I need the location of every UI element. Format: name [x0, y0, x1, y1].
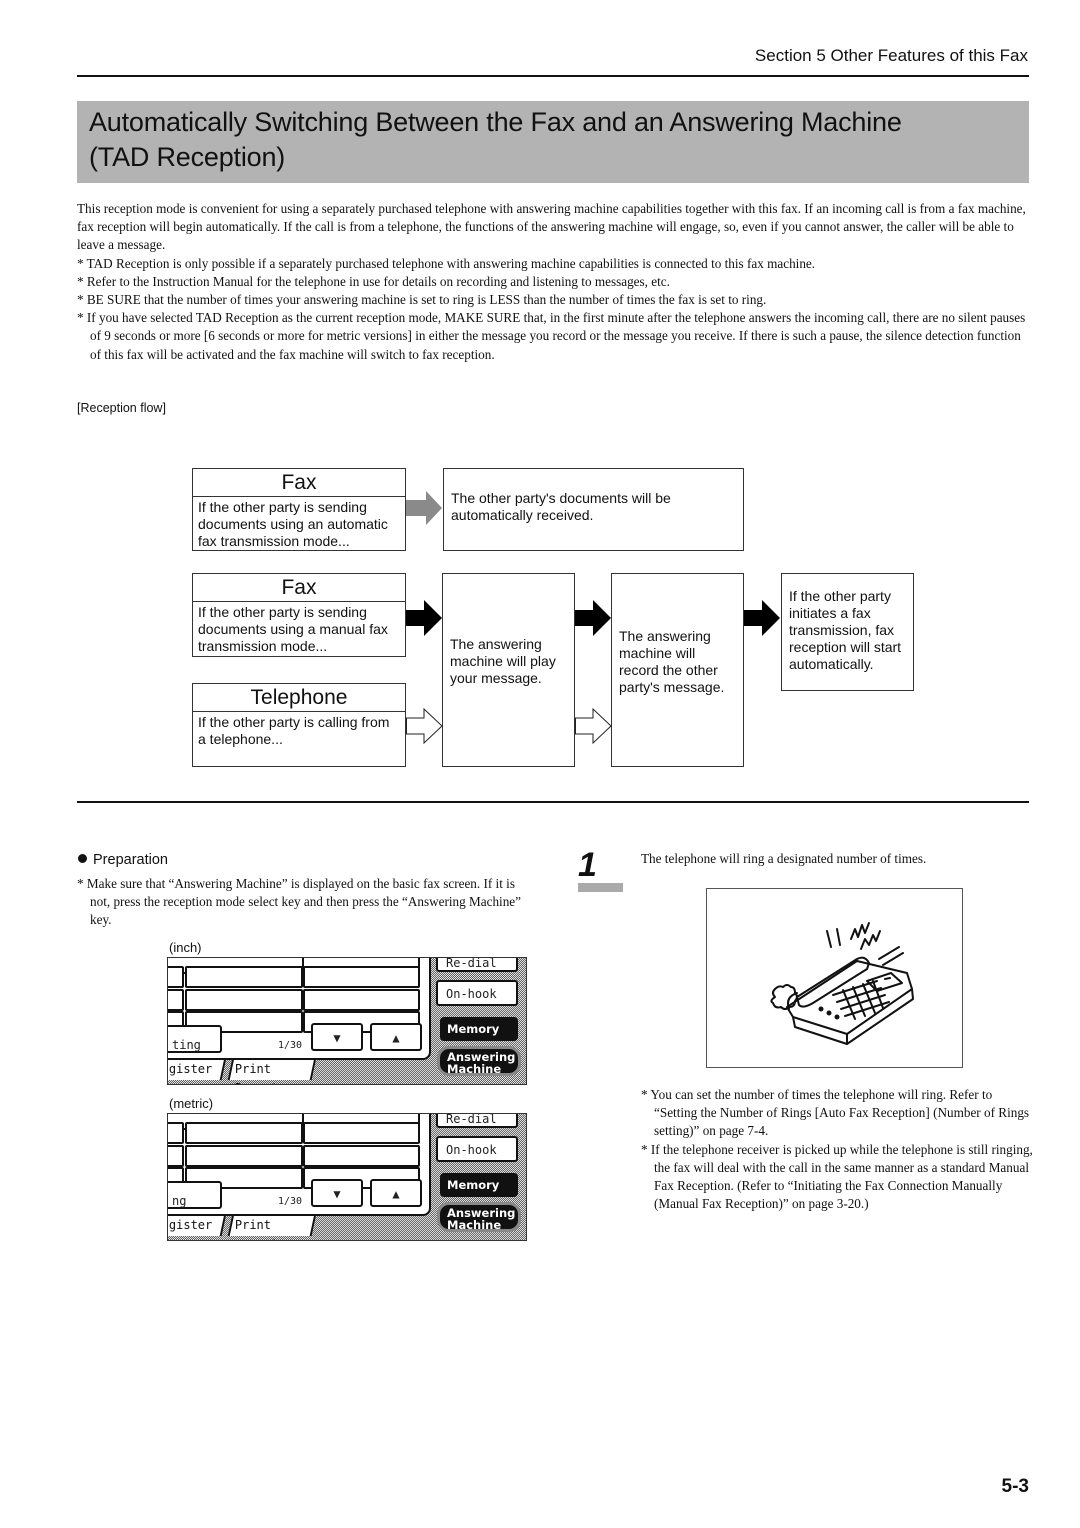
- fax-auto-header: Fax: [193, 469, 405, 497]
- telephone-box: Telephone If the other party is calling …: [192, 683, 406, 767]
- triangle-up-icon: ▲: [392, 1031, 400, 1045]
- gray-arrow-icon: [406, 491, 442, 525]
- panel-caption-metric: (metric): [169, 1096, 214, 1111]
- black-arrow-icon: [575, 600, 611, 636]
- intro-paragraph: This reception mode is convenient for us…: [77, 201, 1026, 253]
- step-number-bar: [578, 883, 623, 892]
- telephone-body: If the other party is calling from a tel…: [198, 714, 390, 747]
- onhook-button[interactable]: On-hook: [436, 980, 518, 1006]
- black-arrow-icon: [744, 600, 780, 636]
- outline-arrow-icon: [575, 708, 612, 744]
- play-message-text: The answering machine will play your mes…: [450, 636, 556, 686]
- step-notes: * You can set the number of times the te…: [641, 1086, 1036, 1213]
- fax-manual-box: Fax If the other party is sending docume…: [192, 573, 406, 657]
- machine-label: Machine: [447, 1062, 502, 1076]
- triangle-down-icon: ▼: [333, 1187, 341, 1201]
- outline-arrow-icon: [406, 708, 443, 744]
- section-divider: [77, 801, 1029, 803]
- preparation-title: Preparation: [93, 852, 168, 868]
- grid-cell[interactable]: [303, 1145, 420, 1167]
- scroll-down-button[interactable]: ▼: [311, 1023, 363, 1051]
- memory-tx-button[interactable]: Memory TX: [440, 1017, 518, 1060]
- tab-print-report[interactable]: Print Report: [227, 1058, 317, 1084]
- reception-flow-label: [Reception flow]: [77, 401, 166, 415]
- grid-cell[interactable]: [185, 1122, 303, 1144]
- page-counter: 1/30: [278, 1040, 303, 1051]
- setting-button[interactable]: ng: [168, 1181, 222, 1209]
- answering-machine-button[interactable]: Answering Machine: [437, 1202, 521, 1232]
- grid-cell: [168, 1122, 184, 1144]
- fax-manual-body: If the other party is sending documents …: [198, 604, 388, 654]
- ringing-phone-illustration: [706, 888, 963, 1068]
- step-note: * You can set the number of times the te…: [641, 1087, 1030, 1139]
- lcd-panel-inch: ting 1/30 ▼ ▲ gister Print Report Re-dia…: [167, 957, 527, 1085]
- grid-cell[interactable]: [185, 966, 303, 988]
- grid-cell: [168, 966, 184, 988]
- scroll-up-button[interactable]: ▲: [370, 1023, 422, 1051]
- fax-auto-body: If the other party is sending documents …: [198, 499, 388, 549]
- preparation-text: * Make sure that “Answering Machine” is …: [77, 876, 522, 928]
- header-rule: [77, 75, 1029, 77]
- redial-button[interactable]: Re-dial: [436, 1114, 518, 1128]
- panel-caption-inch: (inch): [169, 940, 202, 955]
- step-note: * If the telephone receiver is picked up…: [641, 1141, 1033, 1212]
- page-title-line2: (TAD Reception): [89, 142, 286, 172]
- intro-note: * Refer to the Instruction Manual for th…: [77, 273, 670, 289]
- black-arrow-icon: [406, 600, 442, 636]
- fax-start-text: If the other party initiates a fax trans…: [789, 588, 902, 672]
- grid-cell[interactable]: [303, 966, 420, 988]
- grid-cell[interactable]: [303, 1122, 420, 1144]
- grid-cell: [168, 1145, 184, 1167]
- page-number: 5-3: [1001, 1476, 1029, 1497]
- grid-cell[interactable]: [185, 989, 303, 1011]
- onhook-button[interactable]: On-hook: [436, 1136, 518, 1162]
- tab-register[interactable]: gister: [168, 1058, 227, 1080]
- step-text: The telephone will ring a designated num…: [641, 851, 927, 866]
- play-message-box: The answering machine will play your mes…: [442, 573, 575, 767]
- tab-register[interactable]: gister: [168, 1214, 227, 1236]
- record-message-box: The answering machine will record the ot…: [611, 573, 744, 767]
- auto-receive-box: The other party's documents will be auto…: [443, 468, 744, 551]
- fax-auto-box: Fax If the other party is sending docume…: [192, 468, 406, 551]
- ringing-telephone-icon: [770, 922, 914, 1045]
- intro-note: * If you have selected TAD Reception as …: [77, 310, 1026, 362]
- page-title: Automatically Switching Between the Fax …: [77, 101, 1029, 183]
- grid-cell: [168, 989, 184, 1011]
- record-message-text: The answering machine will record the ot…: [619, 628, 725, 695]
- redial-button[interactable]: Re-dial: [436, 958, 518, 972]
- setting-button[interactable]: ting: [168, 1025, 222, 1053]
- intro-note: * TAD Reception is only possible if a se…: [77, 255, 816, 271]
- fax-start-box: If the other party initiates a fax trans…: [781, 573, 914, 691]
- page-title-line1: Automatically Switching Between the Fax …: [89, 107, 902, 137]
- answering-machine-button[interactable]: Answering Machine: [437, 1046, 521, 1076]
- triangle-down-icon: ▼: [333, 1031, 341, 1045]
- machine-label: Machine: [447, 1218, 502, 1232]
- section-header: Section 5 Other Features of this Fax: [754, 46, 1028, 65]
- intro-text: This reception mode is convenient for us…: [77, 200, 1032, 364]
- bullet-icon: [78, 854, 87, 863]
- tab-print-report[interactable]: Print report: [227, 1214, 317, 1240]
- preparation-heading: Preparation: [78, 852, 168, 868]
- lcd-panel-metric: ng 1/30 ▼ ▲ gister Print report Re-dial …: [167, 1113, 527, 1241]
- step-number: 1: [578, 846, 597, 884]
- intro-note: * BE SURE that the number of times your …: [77, 292, 767, 308]
- auto-receive-text: The other party's documents will be auto…: [451, 490, 671, 523]
- scroll-up-button[interactable]: ▲: [370, 1179, 422, 1207]
- triangle-up-icon: ▲: [392, 1187, 400, 1201]
- scroll-down-button[interactable]: ▼: [311, 1179, 363, 1207]
- page-counter: 1/30: [278, 1196, 303, 1207]
- telephone-header: Telephone: [193, 684, 405, 712]
- grid-cell[interactable]: [185, 1145, 303, 1167]
- fax-manual-header: Fax: [193, 574, 405, 602]
- memory-tx-button[interactable]: Memory Tx: [440, 1173, 518, 1216]
- grid-cell[interactable]: [303, 989, 420, 1011]
